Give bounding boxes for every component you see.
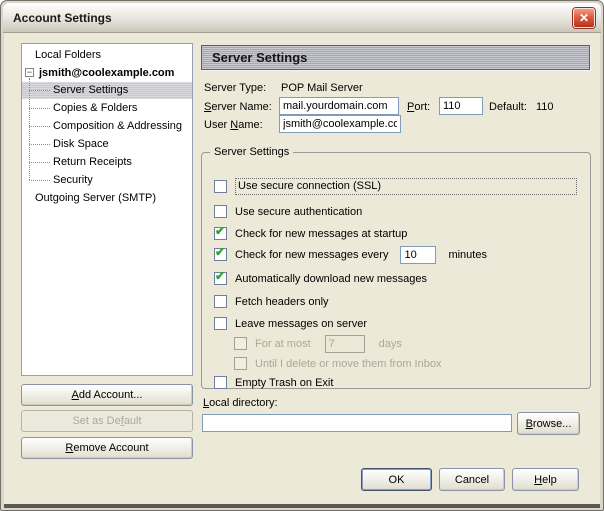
empty-trash-label[interactable]: Empty Trash on Exit bbox=[235, 377, 333, 389]
browse-button[interactable]: Browse... bbox=[517, 412, 580, 435]
check-icon: ✔ bbox=[215, 245, 225, 259]
check-icon: ✔ bbox=[215, 224, 225, 238]
tree-connector bbox=[29, 126, 50, 127]
tree-item-outgoing-server[interactable]: Outgoing Server (SMTP) bbox=[35, 190, 156, 206]
ok-button[interactable]: OK bbox=[361, 468, 432, 491]
close-button[interactable]: ✕ bbox=[573, 8, 595, 28]
local-directory-label: Local directory: bbox=[203, 397, 278, 409]
tree-item-return-receipts[interactable]: Return Receipts bbox=[53, 154, 132, 170]
fetch-headers-row: ✔ Fetch headers only bbox=[214, 294, 329, 309]
auto-download-checkbox[interactable]: ✔ bbox=[214, 272, 227, 285]
for-at-most-row: ✔ For at most days bbox=[234, 336, 402, 351]
secure-auth-label[interactable]: Use secure authentication bbox=[235, 206, 362, 218]
until-delete-label: Until I delete or move them from Inbox bbox=[255, 358, 441, 370]
title-bar: Account Settings bbox=[3, 3, 601, 33]
check-every-minutes-input[interactable] bbox=[400, 246, 436, 264]
tree-item-local-folders[interactable]: Local Folders bbox=[35, 47, 101, 63]
for-at-most-label: For at most bbox=[255, 338, 311, 350]
auto-download-label[interactable]: Automatically download new messages bbox=[235, 273, 427, 285]
port-input[interactable] bbox=[439, 97, 483, 115]
tree-connector bbox=[29, 144, 50, 145]
tree-connector bbox=[29, 108, 50, 109]
until-delete-row: ✔ Until I delete or move them from Inbox bbox=[234, 356, 441, 371]
add-account-button[interactable]: Add Account... bbox=[21, 384, 193, 406]
leave-messages-label[interactable]: Leave messages on server bbox=[235, 318, 367, 330]
ssl-checkbox[interactable]: ✔ bbox=[214, 180, 227, 193]
close-icon: ✕ bbox=[579, 11, 589, 25]
panel-header-title: Server Settings bbox=[212, 50, 307, 65]
server-name-label: Server Name: bbox=[204, 101, 272, 113]
port-label: Port: bbox=[407, 101, 430, 113]
user-name-label: User Name: bbox=[204, 119, 263, 131]
tree-connector bbox=[29, 78, 30, 180]
window-bottom-edge bbox=[4, 504, 600, 508]
server-settings-groupbox: Server Settings ✔ Use secure connection … bbox=[201, 146, 591, 389]
tree-connector bbox=[29, 90, 50, 91]
panel-header: Server Settings bbox=[201, 45, 590, 70]
help-button[interactable]: Help bbox=[512, 468, 579, 491]
for-at-most-days-input bbox=[325, 335, 365, 353]
remove-account-button[interactable]: Remove Account bbox=[21, 437, 193, 459]
check-every-row: ✔ Check for new messages every minutes bbox=[214, 247, 487, 262]
until-delete-checkbox: ✔ bbox=[234, 357, 247, 370]
empty-trash-row: ✔ Empty Trash on Exit bbox=[214, 375, 333, 390]
tree-connector bbox=[29, 162, 50, 163]
tree-item-server-settings[interactable]: Server Settings bbox=[53, 82, 128, 98]
secure-auth-checkbox[interactable]: ✔ bbox=[214, 205, 227, 218]
groupbox-legend: Server Settings bbox=[210, 146, 293, 158]
days-label: days bbox=[379, 338, 402, 350]
tree-item-security[interactable]: Security bbox=[53, 172, 93, 188]
auto-download-row: ✔ Automatically download new messages bbox=[214, 271, 427, 286]
ssl-checkbox-row: ✔ Use secure connection (SSL) bbox=[214, 179, 577, 194]
tree-item-composition-addressing[interactable]: Composition & Addressing bbox=[53, 118, 182, 134]
empty-trash-checkbox[interactable]: ✔ bbox=[214, 376, 227, 389]
check-at-startup-row: ✔ Check for new messages at startup bbox=[214, 226, 407, 241]
check-at-startup-label[interactable]: Check for new messages at startup bbox=[235, 228, 407, 240]
user-name-input[interactable] bbox=[279, 115, 401, 133]
default-port-label: Default: bbox=[489, 101, 527, 113]
server-type-label: Server Type: bbox=[204, 82, 266, 94]
server-name-input[interactable] bbox=[279, 97, 399, 115]
for-at-most-checkbox: ✔ bbox=[234, 337, 247, 350]
server-type-value: POP Mail Server bbox=[281, 82, 363, 94]
set-as-default-button: Set as Default bbox=[21, 410, 193, 432]
account-tree: Local Folders − jsmith@coolexample.com S… bbox=[21, 43, 193, 376]
default-port-value: 110 bbox=[536, 101, 554, 113]
cancel-button[interactable]: Cancel bbox=[439, 468, 505, 491]
tree-item-disk-space[interactable]: Disk Space bbox=[53, 136, 109, 152]
secure-auth-checkbox-row: ✔ Use secure authentication bbox=[214, 204, 362, 219]
collapse-expander-icon[interactable]: − bbox=[25, 68, 34, 77]
minutes-label: minutes bbox=[448, 249, 487, 261]
tree-item-account[interactable]: jsmith@coolexample.com bbox=[39, 65, 174, 81]
fetch-headers-label[interactable]: Fetch headers only bbox=[235, 296, 329, 308]
check-every-checkbox[interactable]: ✔ bbox=[214, 248, 227, 261]
leave-messages-row: ✔ Leave messages on server bbox=[214, 316, 367, 331]
fetch-headers-checkbox[interactable]: ✔ bbox=[214, 295, 227, 308]
local-directory-input[interactable] bbox=[202, 414, 512, 432]
account-settings-dialog: Account Settings ✕ Local Folders − jsmit… bbox=[0, 0, 604, 511]
ssl-checkbox-label[interactable]: Use secure connection (SSL) bbox=[235, 178, 577, 195]
leave-messages-checkbox[interactable]: ✔ bbox=[214, 317, 227, 330]
tree-connector bbox=[29, 180, 50, 181]
check-every-label[interactable]: Check for new messages every bbox=[235, 249, 388, 261]
check-at-startup-checkbox[interactable]: ✔ bbox=[214, 227, 227, 240]
check-icon: ✔ bbox=[215, 269, 225, 283]
tree-item-copies-folders[interactable]: Copies & Folders bbox=[53, 100, 137, 116]
window-title: Account Settings bbox=[13, 11, 112, 25]
